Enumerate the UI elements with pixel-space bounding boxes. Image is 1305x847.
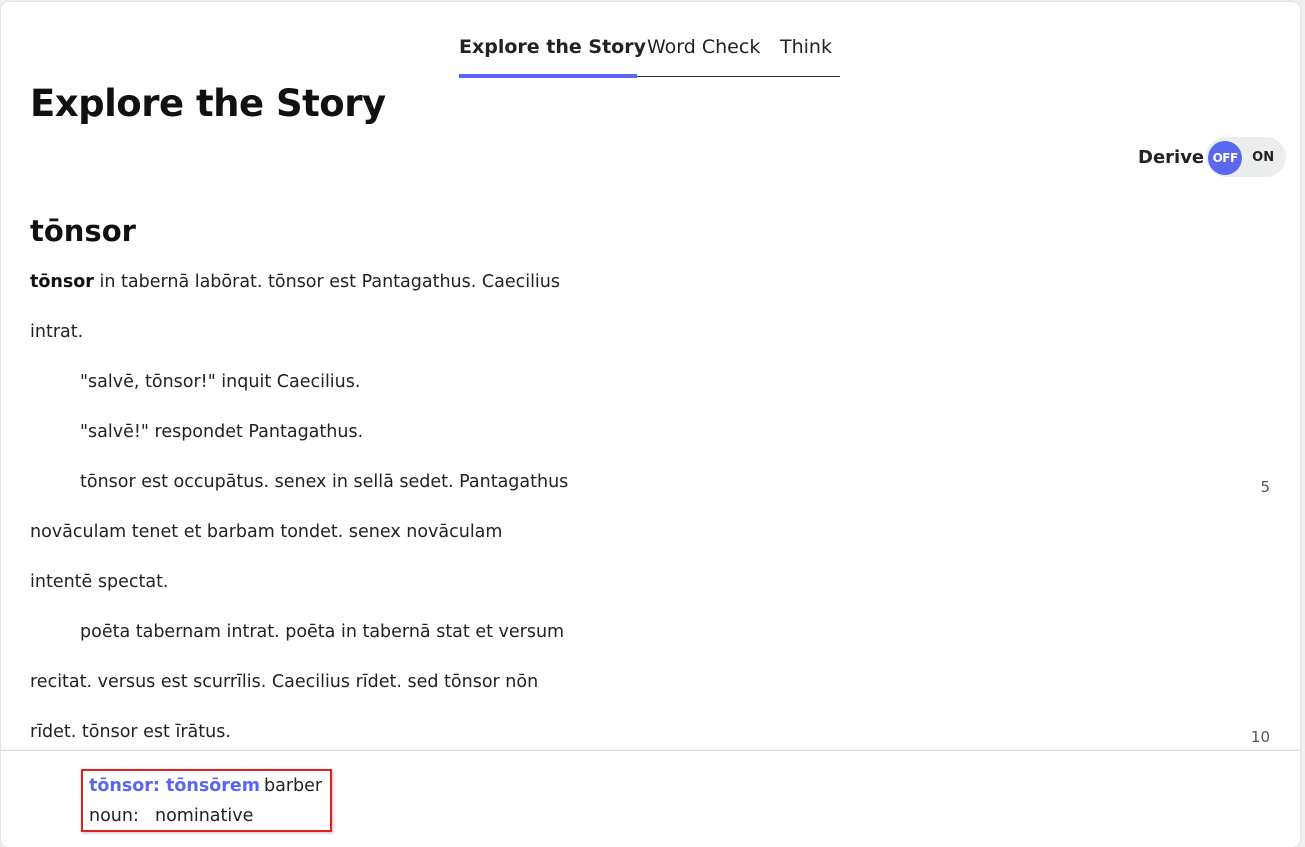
story-line: tōnsor in tabernā labōrat. tōnsor est Pa… — [30, 270, 560, 294]
gloss-popup: tōnsor: tōnsōrem barber noun: nominative — [81, 769, 332, 832]
derive-label: Derive — [1138, 146, 1205, 168]
toggle-on-label: ON — [1252, 150, 1275, 165]
toggle-off-knob: OFF — [1208, 141, 1243, 175]
derive-toggle[interactable]: OFF ON — [1206, 137, 1287, 177]
derive-control: Derive OFF ON — [1138, 136, 1287, 178]
tab-explore-the-story[interactable]: Explore the Story — [459, 22, 646, 78]
tab-word-check[interactable]: Word Check — [647, 22, 760, 76]
tab-think[interactable]: Think — [780, 22, 832, 76]
story-line-text: in tabernā labōrat. tōnsor est Pantagath… — [93, 272, 560, 292]
story-line: intentē spectat. — [30, 572, 169, 592]
gloss-case: nominative — [155, 806, 254, 826]
story-line: tōnsor est occupātus. senex in sellā sed… — [80, 472, 569, 492]
story-line: "salvē!" respondet Pantagathus. — [80, 422, 364, 442]
gloss-meaning: barber — [264, 776, 323, 796]
story-line: "salvē, tōnsor!" inquit Caecilius. — [80, 372, 361, 392]
line-number: 10 — [1250, 728, 1270, 746]
gloss-headword[interactable]: tōnsor: tōnsōrem — [89, 776, 260, 796]
line-number: 5 — [1260, 478, 1270, 496]
page-title: Explore the Story — [30, 82, 386, 125]
story-highlight-word[interactable]: tōnsor — [30, 272, 94, 292]
story-line: recitat. versus est scurrīlis. Caecilius… — [30, 672, 539, 692]
story-title: tōnsor — [30, 214, 136, 248]
story-line: rīdet. tōnsor est īrātus. — [30, 722, 231, 742]
story-line: intrat. — [30, 322, 84, 342]
story-line: novāculam tenet et barbam tondet. senex … — [30, 522, 503, 542]
gloss-part-of-speech: noun: — [89, 806, 139, 826]
main-card: Explore the Story Word Check Think Explo… — [1, 2, 1300, 847]
tab-bar: Explore the Story Word Check Think — [459, 22, 840, 78]
story-line: poēta tabernam intrat. poēta in tabernā … — [80, 622, 565, 642]
